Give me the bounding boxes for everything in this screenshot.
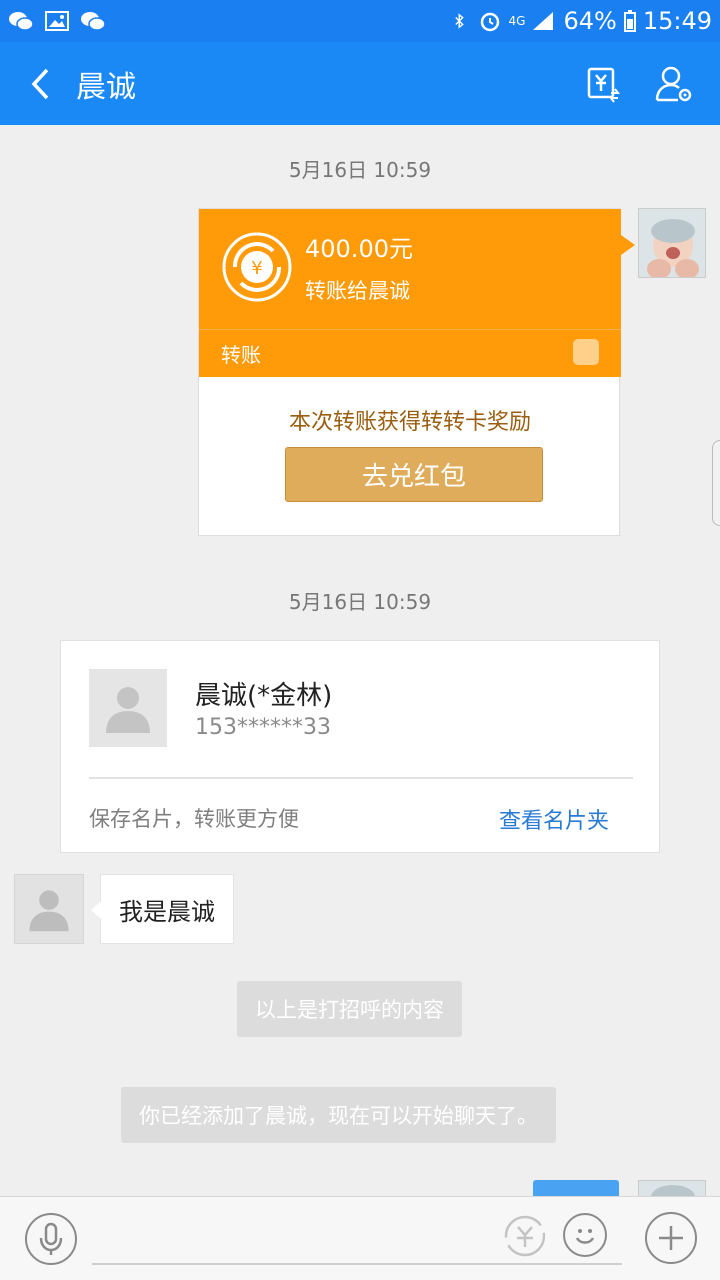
- user-settings-icon: [655, 66, 692, 101]
- voice-input-button[interactable]: [25, 1213, 77, 1265]
- plus-icon: [659, 1226, 683, 1250]
- alarm-icon: [480, 12, 499, 32]
- contact-phone: 153******33: [195, 715, 331, 740]
- contact-card-message[interactable]: 晨诚(*金林) 153******33 保存名片，转账更方便 查看名片夹: [60, 640, 660, 853]
- baby-photo-icon: [639, 1181, 705, 1196]
- smiley-icon: [575, 1229, 595, 1244]
- contact-name: 晨诚(*金林): [195, 681, 333, 711]
- transfer-message[interactable]: ¥ 400.00元 转账给晨诚 转账 本次转账获得转转卡奖励 去兑红包: [198, 208, 635, 536]
- contact-settings-button[interactable]: [654, 64, 694, 104]
- image-icon: [45, 11, 69, 31]
- message-timestamp: 5月16日 10:59: [288, 158, 432, 182]
- clock: 15:49: [642, 7, 712, 35]
- more-actions-button[interactable]: [645, 1212, 697, 1264]
- battery-icon: [623, 10, 636, 32]
- redeem-red-packet-button[interactable]: 去兑红包: [285, 447, 543, 502]
- divider: [89, 777, 633, 779]
- transfer-type-label: 转账: [221, 343, 261, 367]
- transfer-button[interactable]: [584, 64, 624, 104]
- bluetooth-icon: [454, 13, 464, 29]
- transfer-amount: 400.00元: [305, 235, 413, 263]
- save-card-hint: 保存名片，转账更方便: [89, 807, 299, 831]
- person-icon: [29, 890, 69, 932]
- system-tip: 以上是打招呼的内容: [237, 981, 462, 1037]
- chevron-left-icon: [31, 68, 49, 99]
- network-type: 4G: [508, 14, 526, 28]
- yuan-transfer-icon: [587, 67, 620, 103]
- svg-text:¥: ¥: [251, 258, 262, 279]
- scroll-indicator[interactable]: [712, 440, 720, 526]
- contact-avatar[interactable]: [14, 874, 84, 944]
- battery-percent: 64%: [563, 7, 617, 35]
- alipay-logo-icon: [573, 339, 599, 365]
- message-input-bar: [0, 1196, 720, 1280]
- yuan-icon: [504, 1215, 546, 1257]
- message-bubble[interactable]: 我是晨诚: [91, 874, 234, 944]
- baby-photo-icon: [639, 209, 705, 277]
- signal-icon: [533, 12, 554, 30]
- person-icon: [106, 687, 150, 733]
- transfer-header: ¥ 400.00元 转账给晨诚 转账: [199, 209, 635, 377]
- self-avatar[interactable]: [638, 1180, 706, 1196]
- nav-bar: 晨诚: [0, 42, 720, 125]
- reward-text: 本次转账获得转转卡奖励: [288, 410, 531, 435]
- transfer-description: 转账给晨诚: [305, 279, 410, 303]
- transfer-money-button[interactable]: [502, 1213, 548, 1259]
- divider: [199, 329, 621, 330]
- transfer-coin-icon: ¥: [222, 232, 292, 302]
- contact-avatar: [89, 669, 167, 747]
- message-timestamp: 5月16日 10:59: [288, 590, 432, 614]
- page-title: 晨诚: [76, 69, 136, 105]
- emoji-button[interactable]: [563, 1213, 607, 1257]
- wechat-icon: [9, 12, 34, 31]
- system-tip: 你已经添加了晨诚，现在可以开始聊天了。: [121, 1087, 556, 1143]
- back-button[interactable]: [6, 42, 76, 125]
- view-card-folder-link[interactable]: 查看名片夹: [499, 803, 609, 835]
- status-bar: 4G 64% 15:49: [0, 0, 720, 42]
- self-avatar[interactable]: [638, 208, 706, 278]
- microphone-icon: [39, 1222, 63, 1255]
- wechat-icon: [81, 12, 106, 31]
